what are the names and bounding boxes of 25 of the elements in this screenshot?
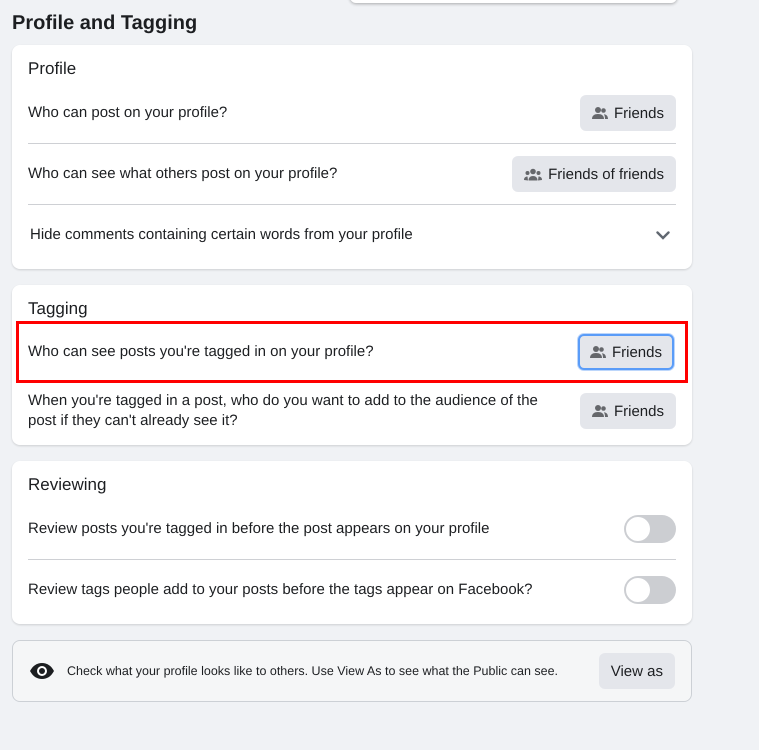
audience-button[interactable]: Friends of friends [512, 156, 676, 192]
audience-button[interactable]: Friends [580, 95, 676, 131]
people-icon [592, 106, 608, 120]
setting-label: Review tags people add to your posts before the tags appear on Facebook? [28, 580, 532, 600]
group-icon [524, 168, 542, 180]
audience-button[interactable]: Friends [578, 334, 674, 370]
setting-label: Who can see what others post on your profile? [28, 164, 338, 184]
setting-label: Who can post on your profile? [28, 103, 228, 123]
page-title: Profile and Tagging [12, 11, 198, 36]
toggle-switch[interactable] [624, 576, 676, 604]
people-icon [590, 345, 606, 359]
section-heading: Profile [28, 59, 78, 79]
eye-icon [29, 662, 55, 680]
view-as-description: Check what your profile looks like to others. Use View As to see what the Public can see. [67, 664, 559, 678]
setting-label: Review posts you're tagged in before the post appears on your profile [28, 519, 490, 539]
setting-label: When you're tagged in a post, who do you want to add to the audience of the post if they can't already see it? [28, 391, 539, 431]
people-icon [592, 404, 608, 418]
toggle-switch[interactable] [624, 515, 676, 543]
view-as-button[interactable]: View as [598, 653, 675, 689]
setting-label: Hide comments containing certain words from your profile [30, 225, 413, 245]
setting-label: Who can see posts you're tagged in on your profile? [28, 342, 374, 362]
section-heading: Reviewing [28, 475, 108, 495]
chevron-down-icon[interactable] [656, 230, 670, 240]
audience-button[interactable]: Friends [580, 393, 676, 429]
section-heading: Tagging [28, 299, 89, 319]
